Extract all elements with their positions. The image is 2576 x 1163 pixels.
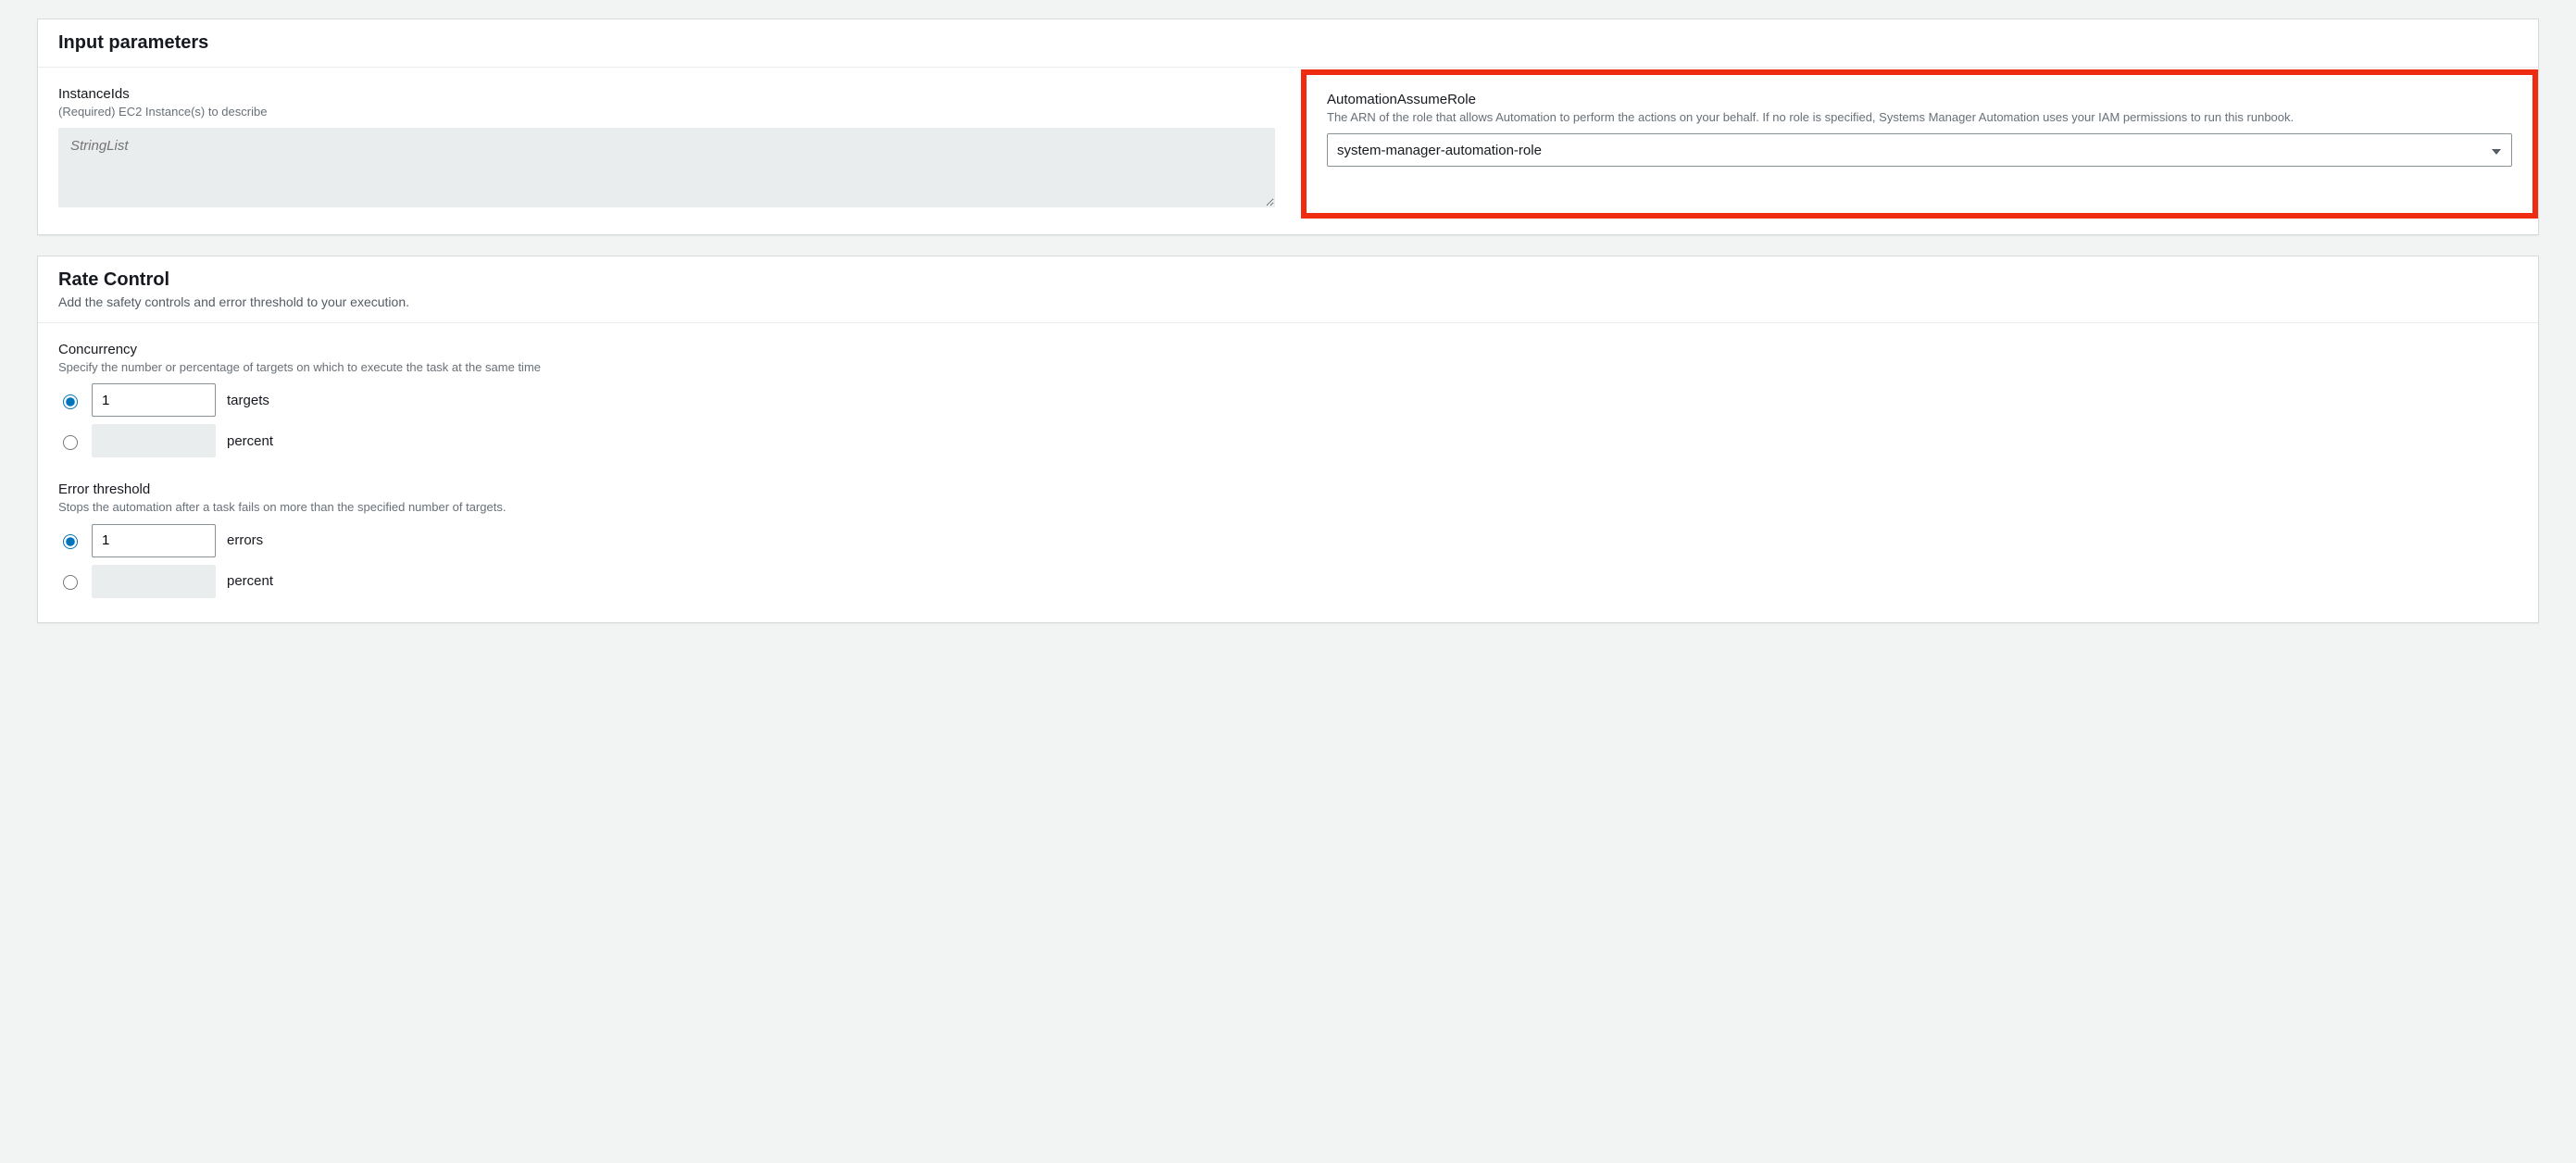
concurrency-targets-row: targets (58, 383, 2518, 417)
concurrency-targets-unit: targets (227, 393, 269, 408)
concurrency-label: Concurrency (58, 342, 2518, 357)
error-threshold-errors-radio[interactable] (63, 534, 78, 549)
concurrency-targets-radio[interactable] (63, 394, 78, 409)
concurrency-targets-input[interactable] (92, 383, 216, 417)
rate-control-panel: Rate Control Add the safety controls and… (37, 256, 2539, 622)
error-threshold-percent-row: percent (58, 565, 2518, 598)
automation-assume-role-selected-value: system-manager-automation-role (1337, 143, 1542, 158)
error-threshold-label: Error threshold (58, 481, 2518, 497)
rate-control-body: Concurrency Specify the number or percen… (38, 323, 2538, 621)
error-threshold-errors-row: errors (58, 524, 2518, 557)
instance-ids-input[interactable] (58, 128, 1275, 207)
error-threshold-description: Stops the automation after a task fails … (58, 499, 2518, 516)
input-parameters-title: Input parameters (58, 32, 2518, 54)
input-parameters-panel: Input parameters InstanceIds (Required) … (37, 19, 2539, 235)
concurrency-description: Specify the number or percentage of targ… (58, 359, 2518, 376)
rate-control-subtitle: Add the safety controls and error thresh… (58, 294, 2518, 309)
error-threshold-percent-input[interactable] (92, 565, 216, 598)
concurrency-percent-radio[interactable] (63, 435, 78, 450)
automation-assume-role-field: AutomationAssumeRole The ARN of the role… (1301, 86, 2518, 210)
error-threshold-percent-radio[interactable] (63, 575, 78, 590)
input-parameters-header: Input parameters (38, 19, 2538, 68)
automation-assume-role-label: AutomationAssumeRole (1327, 92, 2512, 107)
input-parameters-body: InstanceIds (Required) EC2 Instance(s) t… (38, 68, 2538, 234)
instance-ids-field: InstanceIds (Required) EC2 Instance(s) t… (58, 86, 1275, 210)
error-threshold-percent-unit: percent (227, 573, 273, 589)
automation-assume-role-highlight: AutomationAssumeRole The ARN of the role… (1301, 69, 2538, 219)
concurrency-percent-unit: percent (227, 433, 273, 449)
automation-assume-role-select[interactable]: system-manager-automation-role (1327, 133, 2512, 167)
rate-control-title: Rate Control (58, 269, 2518, 291)
concurrency-percent-input[interactable] (92, 424, 216, 457)
concurrency-percent-row: percent (58, 424, 2518, 457)
instance-ids-label: InstanceIds (58, 86, 1275, 102)
rate-control-header: Rate Control Add the safety controls and… (38, 256, 2538, 323)
instance-ids-description: (Required) EC2 Instance(s) to describe (58, 104, 1275, 120)
error-threshold-section: Error threshold Stops the automation aft… (58, 481, 2518, 597)
concurrency-section: Concurrency Specify the number or percen… (58, 342, 2518, 457)
error-threshold-errors-input[interactable] (92, 524, 216, 557)
error-threshold-errors-unit: errors (227, 532, 263, 548)
automation-assume-role-description: The ARN of the role that allows Automati… (1327, 109, 2512, 126)
